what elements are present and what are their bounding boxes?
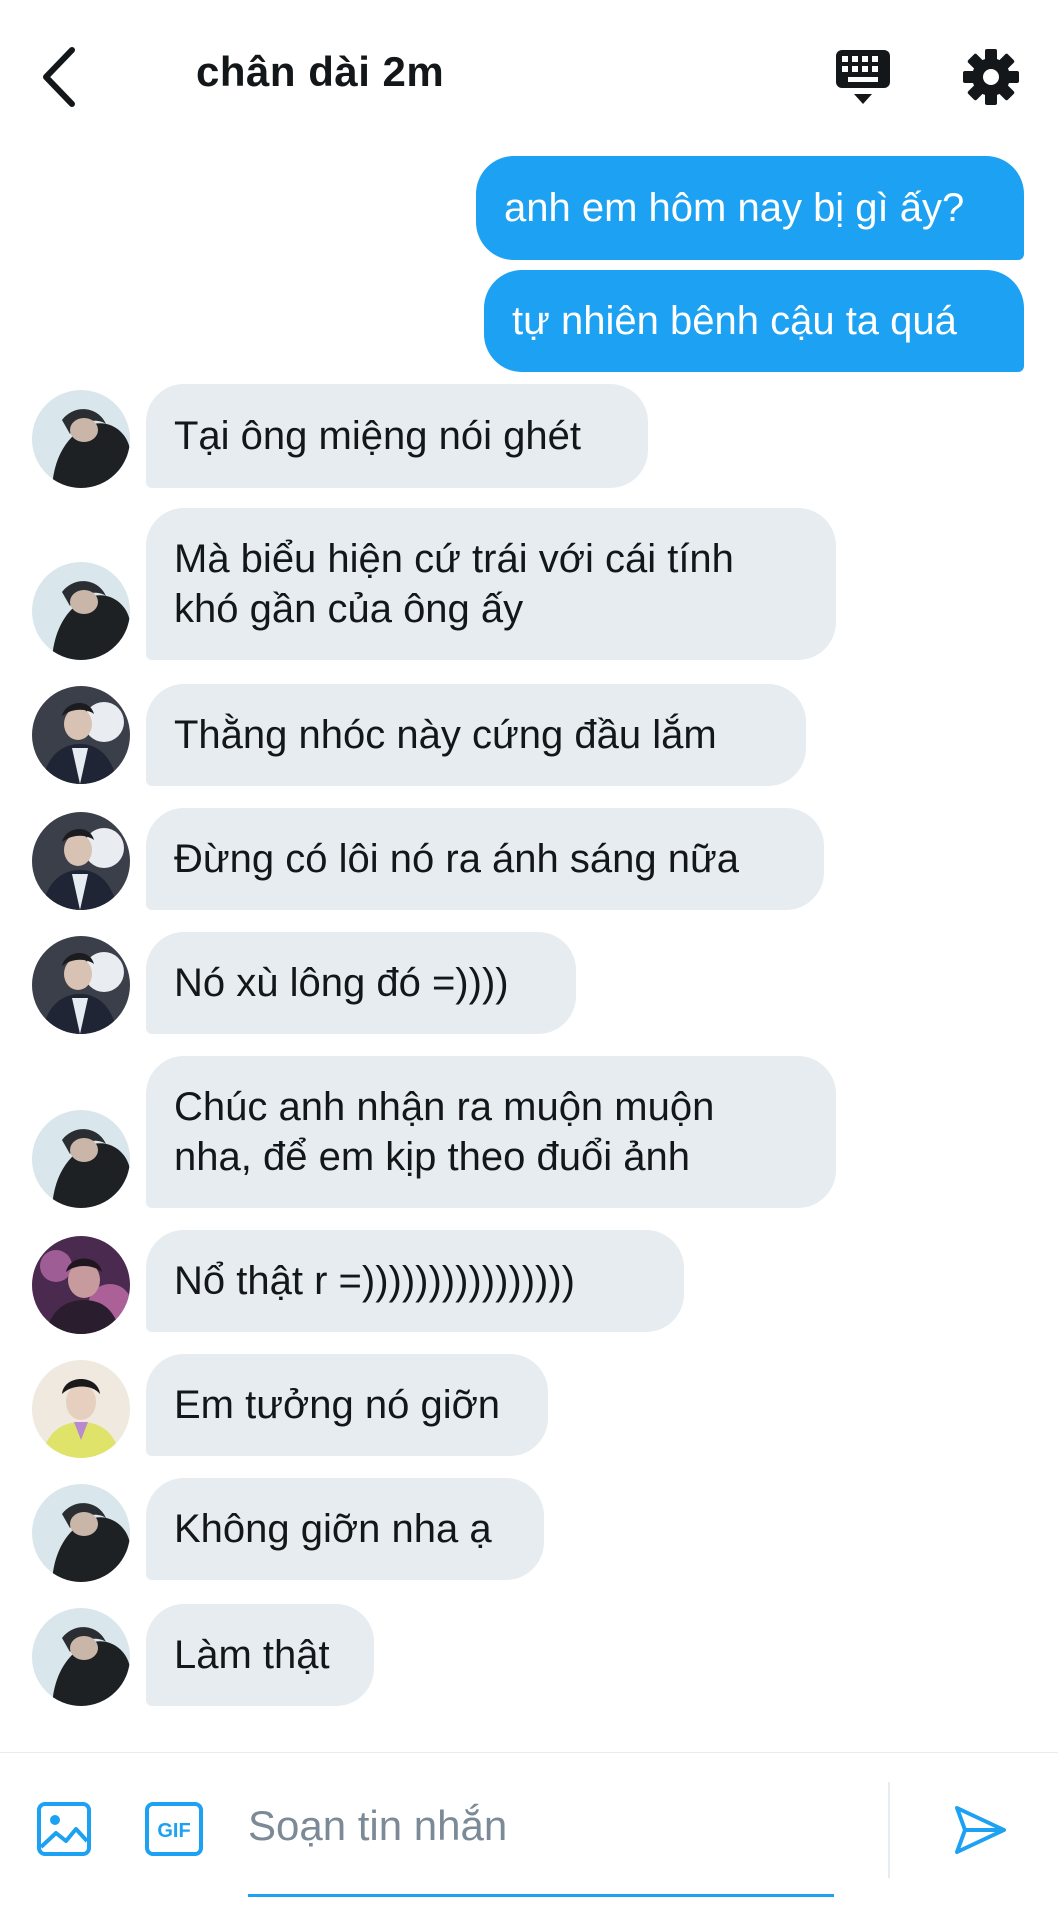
image-icon xyxy=(37,1802,91,1856)
avatar[interactable] xyxy=(32,936,130,1034)
conversation-title[interactable]: chân dài 2m xyxy=(196,48,444,96)
message-text: Làm thật xyxy=(174,1633,330,1677)
message-text: Nó xù lông đó =)))) xyxy=(174,961,509,1005)
avatar[interactable] xyxy=(32,1360,130,1458)
avatar[interactable] xyxy=(32,1484,130,1582)
gif-label: GIF xyxy=(157,1820,190,1842)
avatar[interactable] xyxy=(32,812,130,910)
received-message[interactable]: Mà biểu hiện cứ trái với cái tính khó gầ… xyxy=(146,508,836,660)
message-text-line: nha, để em kịp theo đuổi ảnh xyxy=(174,1135,690,1179)
message-text: tự nhiên bênh cậu ta quá xyxy=(512,299,957,343)
message-text-line: khó gần của ông ấy xyxy=(174,587,524,631)
avatar[interactable] xyxy=(32,1110,130,1208)
message-text: Đừng có lôi nó ra ánh sáng nữa xyxy=(174,837,740,881)
received-message[interactable]: Không giỡn nha ạ xyxy=(146,1478,544,1580)
add-gif-button[interactable]: GIF xyxy=(144,1801,204,1857)
message-text: Thằng nhóc này cứng đầu lắm xyxy=(174,713,717,757)
chevron-left-icon xyxy=(43,47,75,107)
composer-divider xyxy=(888,1782,890,1878)
conversation-header: chân dài 2m xyxy=(0,0,1058,150)
add-image-button[interactable] xyxy=(36,1801,92,1857)
received-message[interactable]: Tại ông miệng nói ghét xyxy=(146,384,648,488)
message-text: Nổ thật r =)))))))))))))))) xyxy=(174,1259,575,1303)
message-text: anh em hôm nay bị gì ấy? xyxy=(504,186,965,230)
received-message[interactable]: Đừng có lôi nó ra ánh sáng nữa xyxy=(146,808,824,910)
send-button[interactable] xyxy=(952,1802,1008,1858)
back-button[interactable] xyxy=(38,44,82,110)
settings-button[interactable] xyxy=(962,48,1020,106)
received-message[interactable]: Chúc anh nhận ra muộn muộn nha, để em kị… xyxy=(146,1056,836,1208)
keyboard-toggle-button[interactable] xyxy=(832,46,894,108)
received-message[interactable]: Em tưởng nó giỡn xyxy=(146,1354,548,1456)
gear-icon xyxy=(963,49,1019,105)
avatar[interactable] xyxy=(32,390,130,488)
avatar[interactable] xyxy=(32,1236,130,1334)
sent-message[interactable]: anh em hôm nay bị gì ấy? xyxy=(476,156,1024,260)
message-text: Tại ông miệng nói ghét xyxy=(174,414,581,458)
avatar[interactable] xyxy=(32,686,130,784)
received-message[interactable]: Làm thật xyxy=(146,1604,374,1706)
send-icon xyxy=(955,1806,1006,1854)
received-message[interactable]: Nó xù lông đó =)))) xyxy=(146,932,576,1034)
message-text: Không giỡn nha ạ xyxy=(174,1507,492,1551)
avatar[interactable] xyxy=(32,562,130,660)
received-message[interactable]: Thằng nhóc này cứng đầu lắm xyxy=(146,684,806,786)
gif-icon: GIF xyxy=(145,1802,203,1856)
message-input[interactable] xyxy=(248,1797,834,1855)
received-message[interactable]: Nổ thật r =)))))))))))))))) xyxy=(146,1230,684,1332)
message-text-line: Mà biểu hiện cứ trái với cái tính xyxy=(174,537,734,581)
avatar[interactable] xyxy=(32,1608,130,1706)
sent-message[interactable]: tự nhiên bênh cậu ta quá xyxy=(484,270,1024,372)
message-text: Em tưởng nó giỡn xyxy=(174,1383,501,1427)
input-focus-underline xyxy=(248,1894,834,1897)
keyboard-icon xyxy=(836,50,890,104)
message-text-line: Chúc anh nhận ra muộn muộn xyxy=(174,1085,715,1129)
